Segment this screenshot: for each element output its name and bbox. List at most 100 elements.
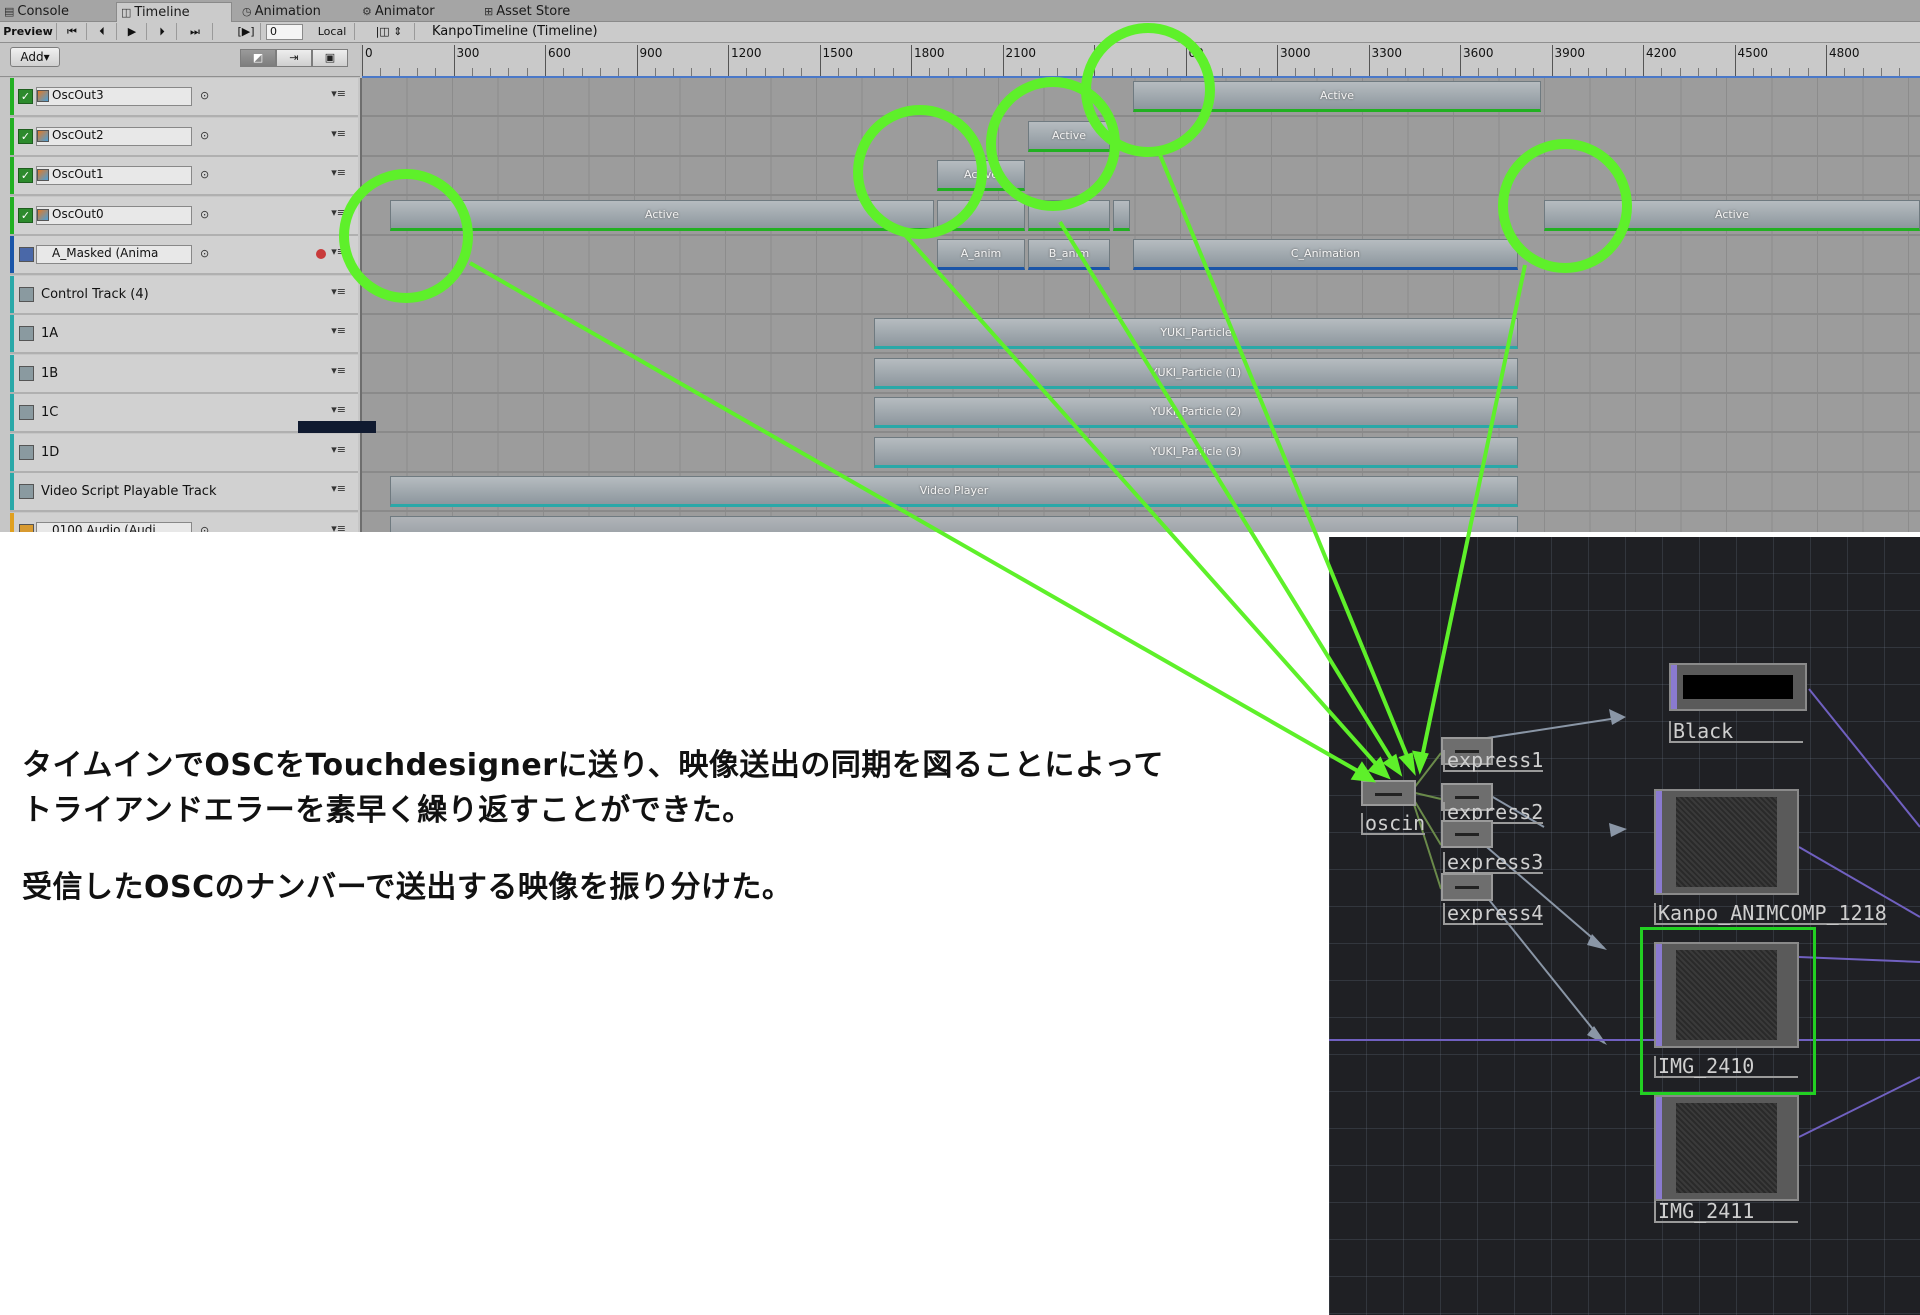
ruler-minor-tick [1075, 68, 1077, 76]
checkbox-icon[interactable]: ✓ [18, 89, 33, 104]
track-lane [362, 157, 1920, 196]
track-menu-icon[interactable]: ▾≡ [331, 324, 346, 337]
track-header-4[interactable]: A_Masked (Anima ⊙ ▾≡ [10, 236, 358, 275]
tab-animation[interactable]: ◷ Animation [238, 2, 352, 21]
track-label: 1A [41, 326, 59, 341]
track-header-5[interactable]: Control Track (4) ▾≡ [10, 275, 358, 315]
ruler-tick-label: 600 [548, 46, 571, 60]
track-header-2[interactable]: ✓ OscOut1 ⊙ ▾≡ [10, 157, 358, 196]
clip-area[interactable]: Active Active Active Active Active A_anim B_an… [362, 78, 1920, 532]
oscin-label: oscin1 [1361, 813, 1425, 835]
track-label: OscOut3 [52, 88, 104, 102]
tab-timeline[interactable]: ◫ Timeline [116, 2, 232, 22]
activation-clip[interactable]: Active [1544, 199, 1920, 231]
animation-clip[interactable]: C_Animation [1133, 239, 1518, 270]
checkbox-icon[interactable]: ✓ [18, 168, 33, 183]
track-menu-icon[interactable]: ▾≡ [331, 87, 346, 100]
track-menu-icon[interactable]: ▾≡ [331, 285, 346, 298]
timeline-breadcrumb[interactable]: KanpoTimeline (Timeline) [420, 23, 632, 40]
activation-clip[interactable] [937, 199, 1025, 231]
preview-button[interactable]: Preview [0, 23, 57, 40]
mix-mode-icon[interactable]: ◩ [240, 49, 276, 67]
img-2410-node[interactable] [1654, 942, 1799, 1048]
track-menu-icon[interactable]: ▾≡ [331, 127, 346, 140]
replace-mode-icon[interactable]: ▣ [312, 49, 348, 67]
record-icon[interactable] [316, 249, 326, 259]
activation-clip[interactable] [1113, 199, 1130, 231]
img-2411-node[interactable] [1654, 1095, 1799, 1201]
ruler-minor-tick [599, 68, 601, 76]
express4-node[interactable] [1441, 873, 1493, 901]
track-menu-icon[interactable]: ▾≡ [331, 482, 346, 495]
local-toggle[interactable]: Local [310, 23, 355, 40]
track-menu-icon[interactable]: ▾≡ [331, 166, 346, 179]
ruler-minor-tick [416, 68, 418, 76]
animation-clip[interactable]: A_anim [937, 239, 1025, 270]
ripple-mode-icon[interactable]: ⇥ [276, 49, 312, 67]
checkbox-icon[interactable]: ✓ [18, 128, 33, 144]
track-header-9[interactable]: 1D ▾≡ [10, 433, 358, 473]
play-icon[interactable]: ▶ [118, 23, 147, 40]
activation-clip[interactable] [1028, 199, 1110, 231]
gameobject-icon [37, 129, 49, 142]
track-header-10[interactable]: Video Script Playable Track ▾≡ [10, 473, 358, 512]
target-icon[interactable]: ⊙ [200, 168, 209, 181]
track-header-11[interactable]: 0100 Audio (Audi ⊙ ▾≡ [10, 512, 358, 533]
track-header-toolbar: Add▾ ◩ ⇥ ▣ [0, 43, 360, 77]
tab-animator[interactable]: ⚙ Animator [358, 2, 472, 21]
goto-start-icon[interactable]: ⏮ [58, 23, 87, 40]
audio-clip[interactable] [390, 515, 1518, 532]
animation-clip[interactable]: B_anim [1028, 239, 1110, 270]
play-range-icon[interactable]: [▶] [232, 23, 261, 40]
timeline-selector-icon[interactable]: |◫ ⇕ [364, 23, 415, 40]
add-track-button[interactable]: Add▾ [10, 47, 60, 67]
animator-icon: ⚙ [362, 5, 372, 18]
target-icon[interactable]: ⊙ [200, 247, 209, 260]
next-frame-icon[interactable]: ⏵ [148, 23, 177, 40]
track-menu-icon[interactable]: ▾≡ [331, 364, 346, 377]
track-label: 1C [41, 405, 59, 420]
track-header-7[interactable]: 1B ▾≡ [10, 354, 358, 394]
express3-node[interactable] [1441, 820, 1493, 848]
control-clip[interactable]: YUKI_Particle (3) [874, 436, 1518, 468]
control-track-icon [19, 444, 34, 460]
track-label: A_Masked (Anima [52, 246, 159, 260]
track-header-6[interactable]: 1A ▾≡ [10, 315, 358, 354]
activation-clip[interactable]: Active [1133, 81, 1541, 112]
tab-console[interactable]: ▤ Console [0, 2, 114, 21]
editor-tab-bar: ▤ Console ◫ Timeline ◷ Animation ⚙ Animator … [0, 0, 1920, 22]
time-ruler[interactable]: 0 300 600 900 1200 1500 1800 2100 00 3000 3300 3600… [362, 43, 1920, 78]
prev-frame-icon[interactable]: ⏴ [88, 23, 117, 40]
track-header-1[interactable]: ✓ OscOut2 ⊙ ▾≡ [10, 117, 358, 157]
target-icon[interactable]: ⊙ [200, 89, 209, 102]
ruler-minor-tick [874, 68, 876, 76]
control-clip[interactable]: Video Player [390, 476, 1518, 507]
control-clip[interactable]: YUKI_Particle [874, 318, 1518, 349]
tab-asset-store[interactable]: ⊞ Asset Store [480, 2, 604, 21]
track-menu-icon[interactable]: ▾≡ [331, 206, 346, 219]
activation-clip[interactable]: Active [1028, 120, 1110, 152]
ruler-minor-tick [965, 68, 967, 76]
goto-end-icon[interactable]: ⏭ [178, 23, 213, 40]
activation-clip[interactable]: Active [390, 199, 934, 231]
frame-field[interactable]: 0 [266, 24, 303, 40]
activation-clip[interactable]: Active [937, 160, 1025, 191]
checkbox-icon[interactable]: ✓ [18, 207, 33, 223]
track-menu-icon[interactable]: ▾≡ [331, 403, 346, 416]
track-header-3[interactable]: ✓ OscOut0 ⊙ ▾≡ [10, 196, 358, 236]
track-menu-icon[interactable]: ▾≡ [331, 245, 346, 258]
target-icon[interactable]: ⊙ [200, 524, 209, 533]
track-header-0[interactable]: ✓ OscOut3 ⊙ ▾≡ [10, 78, 358, 117]
target-icon[interactable]: ⊙ [200, 208, 209, 221]
ruler-minor-tick [1423, 68, 1425, 76]
kanpo-top-node[interactable] [1654, 789, 1799, 895]
track-menu-icon[interactable]: ▾≡ [331, 443, 346, 456]
control-clip[interactable]: YUKI_Particle (2) [874, 397, 1518, 428]
oscin-node[interactable] [1361, 780, 1416, 806]
ruler-minor-tick [398, 68, 400, 76]
ruler-minor-tick [1789, 68, 1791, 76]
black-top-node[interactable] [1669, 663, 1807, 711]
target-icon[interactable]: ⊙ [200, 129, 209, 142]
control-clip[interactable]: YUKI_Particle (1) [874, 357, 1518, 389]
track-menu-icon[interactable]: ▾≡ [331, 522, 346, 533]
